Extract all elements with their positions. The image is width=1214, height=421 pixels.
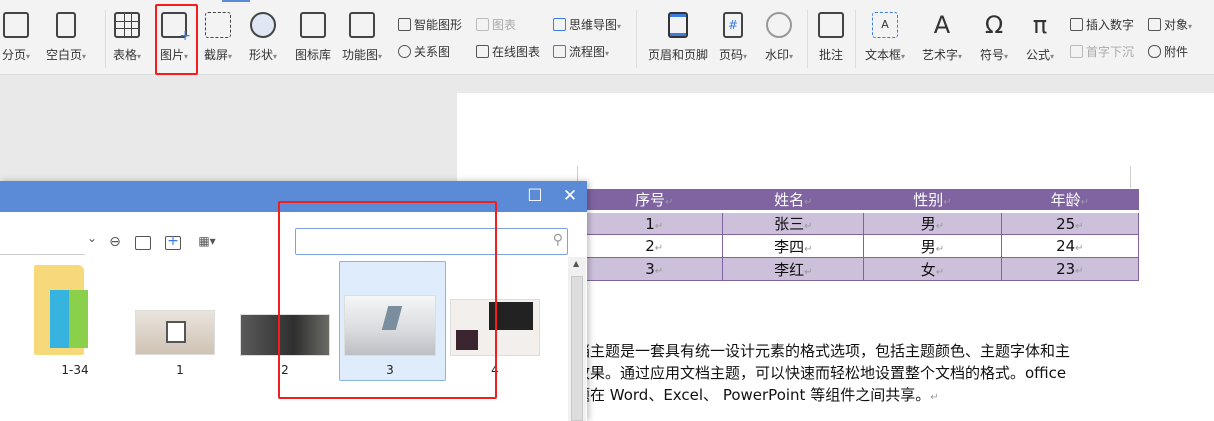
page-number-icon: # xyxy=(723,12,744,38)
chart-icon xyxy=(476,18,489,31)
table-cell[interactable]: 1↵ xyxy=(584,211,724,235)
document-table[interactable]: 序号↵ 姓名↵ 性别↵ 年龄↵ 1↵ 张三↵ 男↵ 25↵ 2↵ 李四↵ 男↵ … xyxy=(584,189,1140,281)
table-row: 2↵ 李四↵ 男↵ 24↵ xyxy=(584,234,1140,258)
mindmap-button[interactable]: 思维导图▾ xyxy=(553,16,621,33)
icon-library-button[interactable]: 图标库 xyxy=(295,12,331,63)
search-icon: ⚲ xyxy=(552,232,563,248)
omega-icon: Ω xyxy=(984,11,1004,39)
screenshot-button[interactable]: 截屏▾ xyxy=(204,12,232,63)
attachment-button[interactable]: 附件 xyxy=(1148,43,1188,60)
insert-number-button[interactable]: 插入数字 xyxy=(1070,16,1134,33)
table-cell[interactable]: 女↵ xyxy=(863,257,1002,281)
shape-button[interactable]: 形状▾ xyxy=(249,12,277,63)
divider xyxy=(807,10,808,68)
search-highlight-box xyxy=(278,201,497,399)
formula-button[interactable]: π 公式▾ xyxy=(1026,12,1054,63)
object-button[interactable]: 对象▾ xyxy=(1148,16,1192,33)
shape-icon xyxy=(250,12,277,38)
table-header-cell: 年龄↵ xyxy=(1001,189,1139,213)
table-row: 3↵ 李红↵ 女↵ 23↵ xyxy=(584,257,1140,281)
word-art-button[interactable]: A 艺术字▾ xyxy=(922,12,962,63)
watermark-icon xyxy=(766,12,793,38)
table-cell[interactable]: 25↵ xyxy=(1000,211,1140,235)
online-chart-icon xyxy=(476,45,489,58)
picture-highlight-box xyxy=(155,4,198,75)
close-button[interactable]: ✕ xyxy=(560,186,580,206)
text-box-icon: A xyxy=(872,12,899,38)
mindmap-icon xyxy=(553,18,566,31)
chevron-down-icon: ⌄ xyxy=(86,231,97,245)
table-button[interactable]: 表格▾ xyxy=(113,12,141,63)
active-tab-indicator xyxy=(222,0,250,2)
paperclip-icon xyxy=(1148,45,1161,58)
divider xyxy=(105,10,106,68)
header-footer-button[interactable]: 页眉和页脚 xyxy=(648,12,708,63)
table-header-cell: 姓名↵ xyxy=(722,189,864,213)
screenshot-icon xyxy=(205,12,232,38)
divider xyxy=(855,10,856,68)
table-cell[interactable]: 男↵ xyxy=(863,211,1002,235)
number-icon xyxy=(1070,18,1083,31)
file-name: 1-34 xyxy=(61,363,89,377)
paragraph-line: 主题在 Word、Excel、 PowerPoint 等组件之间共享。↵ xyxy=(560,386,939,404)
table-icon xyxy=(114,12,141,38)
table-header-cell: 性别↵ xyxy=(863,189,1002,213)
function-chart-button[interactable]: 功能图▾ xyxy=(342,12,382,63)
table-header-cell: 序号↵ xyxy=(585,189,723,213)
table-header-row: 序号↵ 姓名↵ 性别↵ 年龄↵ xyxy=(585,189,1139,213)
blank-page-icon xyxy=(56,12,77,38)
ribbon-toolbar: 分页▾ 空白页▾ 表格▾ + 图片▾ 截屏▾ 形状▾ 图标库 功能图▾ 智能图形 … xyxy=(0,0,1214,75)
relation-chart-button[interactable]: 关系图 xyxy=(398,43,450,60)
drop-cap-button[interactable]: 首字下沉 xyxy=(1070,43,1134,60)
table-cell[interactable]: 李红↵ xyxy=(722,257,865,281)
table-cell[interactable]: 3↵ xyxy=(584,257,724,281)
back-icon[interactable]: ⊖ xyxy=(106,234,124,252)
pi-icon: π xyxy=(1032,11,1048,39)
relation-icon xyxy=(398,45,411,58)
paragraph-line: 题效果。通过应用文档主题，可以快速而轻松地设置整个文档的格式。office xyxy=(560,364,1067,382)
icon-library-icon xyxy=(300,12,326,38)
table-cell[interactable]: 23↵ xyxy=(1000,257,1140,281)
page-break-icon xyxy=(3,12,30,38)
comment-icon xyxy=(818,12,844,38)
header-footer-icon xyxy=(668,12,688,38)
image-thumbnail-1[interactable] xyxy=(135,310,215,355)
table-cell[interactable]: 2↵ xyxy=(584,234,724,258)
flowchart-icon xyxy=(553,45,566,58)
paragraph-line: 文档主题是一套具有统一设计元素的格式选项，包括主题颜色、主题字体和主 xyxy=(560,342,1071,360)
page-break-button[interactable]: 分页▾ xyxy=(2,12,30,63)
smart-art-button[interactable]: 智能图形 xyxy=(398,16,462,33)
watermark-button[interactable]: 水印▾ xyxy=(765,12,793,63)
scrollbar-thumb[interactable] xyxy=(571,276,583,421)
folder-icon xyxy=(34,265,88,355)
smart-art-icon xyxy=(398,18,411,31)
symbol-button[interactable]: Ω 符号▾ xyxy=(980,12,1008,63)
table-cell[interactable]: 张三↵ xyxy=(722,211,865,235)
document-paragraph[interactable]: 文档主题是一套具有统一设计元素的格式选项，包括主题颜色、主题字体和主 题效果。通… xyxy=(560,340,1135,409)
file-name: 1 xyxy=(176,363,184,377)
path-dropdown[interactable]: ⌄ xyxy=(0,229,97,255)
folder-up-icon[interactable] xyxy=(135,236,151,250)
blank-page-button[interactable]: 空白页▾ xyxy=(46,12,86,63)
drop-cap-icon xyxy=(1070,45,1083,58)
flowchart-button[interactable]: 流程图▾ xyxy=(553,43,609,60)
table-cell[interactable]: 24↵ xyxy=(1000,234,1140,258)
table-cell[interactable]: 男↵ xyxy=(863,234,1002,258)
function-chart-icon xyxy=(349,12,376,38)
maximize-button[interactable]: ☐ xyxy=(525,186,545,206)
chart-button[interactable]: 图表 xyxy=(476,16,516,33)
view-mode-icon[interactable]: ▦▾ xyxy=(195,234,219,252)
table-cell[interactable]: 李四↵ xyxy=(722,234,865,258)
margin-marker xyxy=(1130,166,1131,188)
comment-button[interactable]: 批注 xyxy=(818,12,844,63)
page-number-button[interactable]: # 页码▾ xyxy=(719,12,747,63)
word-art-icon: A xyxy=(933,11,951,39)
table-row: 1↵ 张三↵ 男↵ 25↵ xyxy=(584,211,1140,235)
scroll-up-arrow-icon[interactable]: ▲ xyxy=(573,259,579,268)
text-box-button[interactable]: A 文本框▾ xyxy=(865,12,905,63)
new-folder-icon[interactable]: + xyxy=(165,234,181,250)
object-icon xyxy=(1148,18,1161,31)
divider xyxy=(636,10,637,68)
online-chart-button[interactable]: 在线图表 xyxy=(476,43,540,60)
